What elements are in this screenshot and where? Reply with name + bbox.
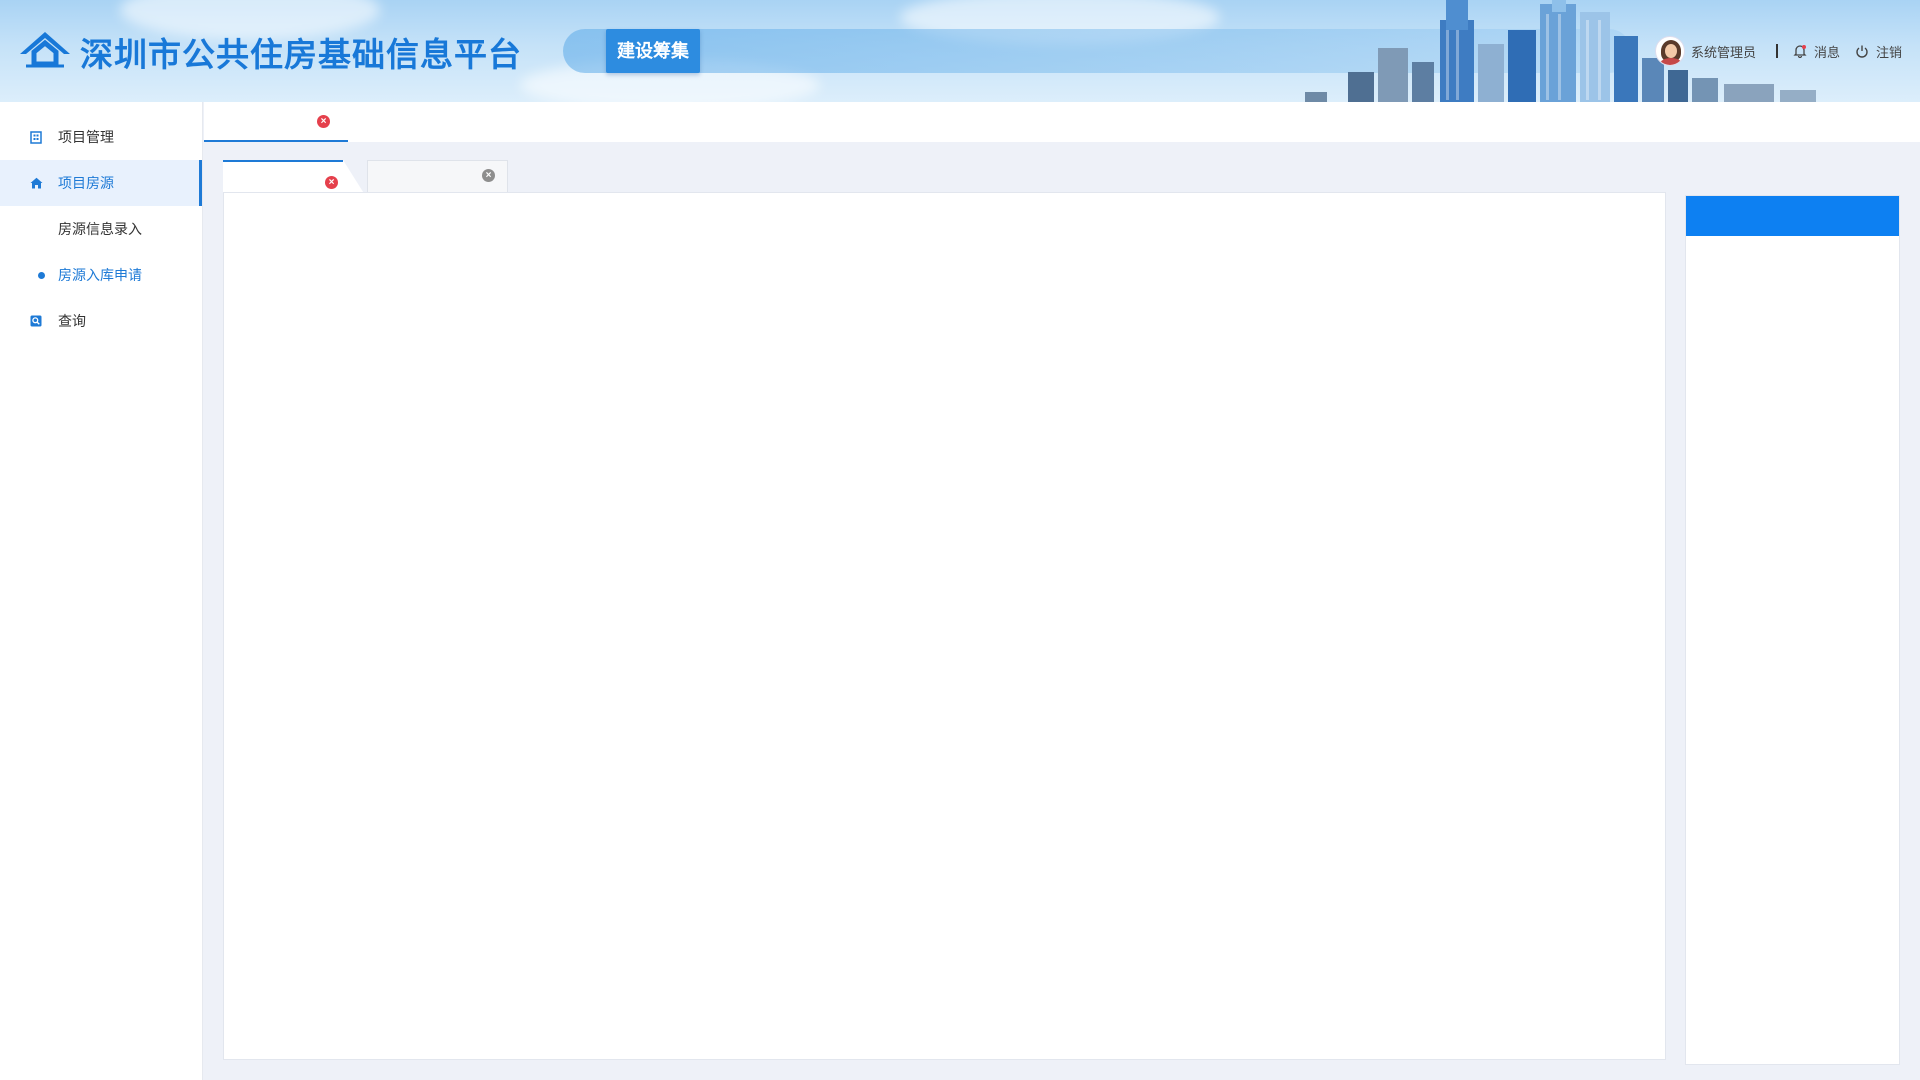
logout-link[interactable]: 注销 xyxy=(1876,42,1902,61)
divider xyxy=(1775,44,1778,58)
close-icon[interactable]: × xyxy=(325,176,338,189)
home-icon xyxy=(29,176,43,190)
app-title: 深圳市公共住房基础信息平台 xyxy=(80,36,522,73)
messages-link[interactable]: 消息 xyxy=(1814,42,1840,61)
search-icon xyxy=(29,314,43,328)
power-icon[interactable] xyxy=(1854,43,1870,59)
tab-current[interactable]: × xyxy=(204,102,348,142)
sidebar-item-label: 项目管理 xyxy=(58,129,114,145)
right-panel-header xyxy=(1686,196,1899,236)
user-area: 系统管理员 消息 注销 xyxy=(1654,33,1902,69)
user-name[interactable]: 系统管理员 xyxy=(1691,42,1756,61)
user-avatar[interactable] xyxy=(1654,36,1685,66)
current-dot-icon xyxy=(38,272,45,279)
inner-tab-active[interactable]: × xyxy=(223,160,365,195)
sidebar-item-query[interactable]: 查询 xyxy=(0,298,202,344)
sidebar-subitem-label: 房源入库申请 xyxy=(58,267,142,283)
app-header: 深圳市公共住房基础信息平台 建设筹集 系统管理员 消息 注销 xyxy=(0,0,1920,102)
sidebar-item-project-management[interactable]: 项目管理 xyxy=(0,114,202,160)
right-side-panel xyxy=(1685,195,1900,1065)
bell-icon[interactable] xyxy=(1792,43,1808,59)
building-icon xyxy=(29,130,43,144)
sidebar-item-label: 项目房源 xyxy=(58,175,114,191)
sidebar-subitem-housing-storage-application[interactable]: 房源入库申请 xyxy=(0,252,202,298)
top-tab-bar: × xyxy=(204,102,1920,142)
main-content-panel xyxy=(223,192,1666,1060)
close-icon[interactable]: × xyxy=(482,169,495,182)
nav-construction-button[interactable]: 建设筹集 xyxy=(606,29,700,73)
sidebar-subitem-label: 房源信息录入 xyxy=(58,221,142,237)
sidebar-subitem-housing-info-entry[interactable]: 房源信息录入 xyxy=(0,206,202,252)
inner-tab[interactable]: × xyxy=(367,160,508,192)
logo-icon xyxy=(20,32,70,68)
close-icon[interactable]: × xyxy=(317,115,330,128)
sidebar-item-project-housing[interactable]: 项目房源 xyxy=(0,160,202,206)
sidebar-item-label: 查询 xyxy=(58,313,86,329)
sidebar: 项目管理 项目房源 房源信息录入 房源入库申请 查询 xyxy=(0,102,203,1080)
